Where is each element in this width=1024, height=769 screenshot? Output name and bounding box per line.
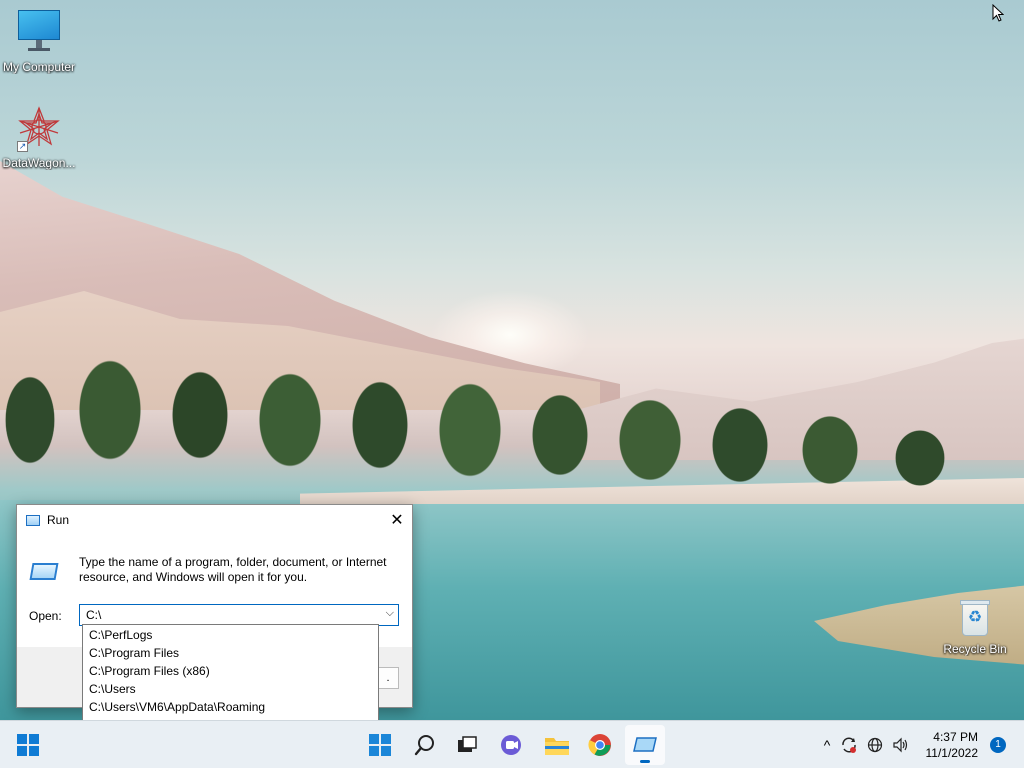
widgets-button[interactable] (360, 725, 400, 765)
search-button[interactable] (405, 725, 445, 765)
suggestion-item[interactable]: C:\Users\VM6\AppData\Roaming (83, 698, 378, 716)
desktop-icon-label: Recycle Bin (943, 642, 1007, 656)
chevron-down-icon[interactable]: ⌵ (386, 607, 394, 620)
start-icon (17, 734, 39, 756)
run-title: Run (47, 513, 70, 527)
run-app-icon (633, 737, 657, 752)
file-explorer-icon (545, 738, 569, 755)
clock-time: 4:37 PM (933, 730, 978, 744)
run-description: Type the name of a program, folder, docu… (79, 555, 387, 584)
run-app-icon (26, 514, 40, 526)
mouse-cursor-icon (992, 4, 1004, 22)
taskbar: ^ 4:37 PM 11/1/2022 1 (0, 720, 1024, 768)
windows-partial-icon (369, 734, 391, 756)
run-program-icon (29, 563, 59, 581)
system-tray: ^ (818, 721, 914, 769)
suggestion-item[interactable]: C:\PerfLogs (83, 626, 378, 644)
start-button[interactable] (8, 725, 48, 765)
chrome-icon (588, 734, 611, 756)
run-titlebar[interactable]: Run ✕ (17, 505, 412, 535)
clock-date: 11/1/2022 (925, 746, 979, 760)
task-view-button[interactable] (447, 725, 487, 765)
show-hidden-icons-button[interactable]: ^ (818, 737, 836, 753)
suggestion-item[interactable]: C:\Users (83, 680, 378, 698)
desktop-icon-datawagon[interactable]: ↗ DataWagon... (1, 106, 77, 170)
ok-button-partial[interactable]: . (377, 667, 399, 689)
desktop-icon-my-computer[interactable]: My Computer (1, 10, 77, 74)
run-taskbar-button[interactable] (625, 725, 665, 765)
datawagon-icon: ↗ (17, 106, 61, 152)
chat-button[interactable] (491, 725, 531, 765)
shortcut-arrow-icon: ↗ (17, 141, 28, 152)
monitor-icon (18, 10, 60, 56)
clock[interactable]: 4:37 PM 11/1/2022 (926, 729, 979, 761)
chrome-button[interactable] (580, 725, 620, 765)
open-combobox[interactable]: C:\ ⌵ (79, 604, 399, 626)
open-label: Open: (29, 609, 62, 623)
search-icon (414, 735, 434, 756)
desktop-icon-label: DataWagon... (2, 156, 76, 170)
suggestion-item[interactable]: C:\Program Files (83, 644, 378, 662)
close-button[interactable]: ✕ (382, 505, 412, 535)
notification-badge[interactable]: 1 (990, 737, 1006, 753)
recycle-bin-icon: ♻ (958, 598, 992, 638)
chat-icon (501, 735, 521, 755)
task-view-icon (458, 736, 477, 752)
file-explorer-button[interactable] (537, 725, 577, 765)
volume-icon[interactable] (888, 737, 914, 753)
suggestion-item[interactable]: C:\Program Files (x86) (83, 662, 378, 680)
network-globe-icon[interactable] (862, 737, 888, 753)
open-input[interactable]: C:\ (86, 608, 101, 622)
desktop-icon-recycle-bin[interactable]: ♻ Recycle Bin (937, 598, 1013, 656)
desktop-icon-label: My Computer (2, 60, 76, 74)
sync-icon[interactable] (836, 736, 862, 754)
